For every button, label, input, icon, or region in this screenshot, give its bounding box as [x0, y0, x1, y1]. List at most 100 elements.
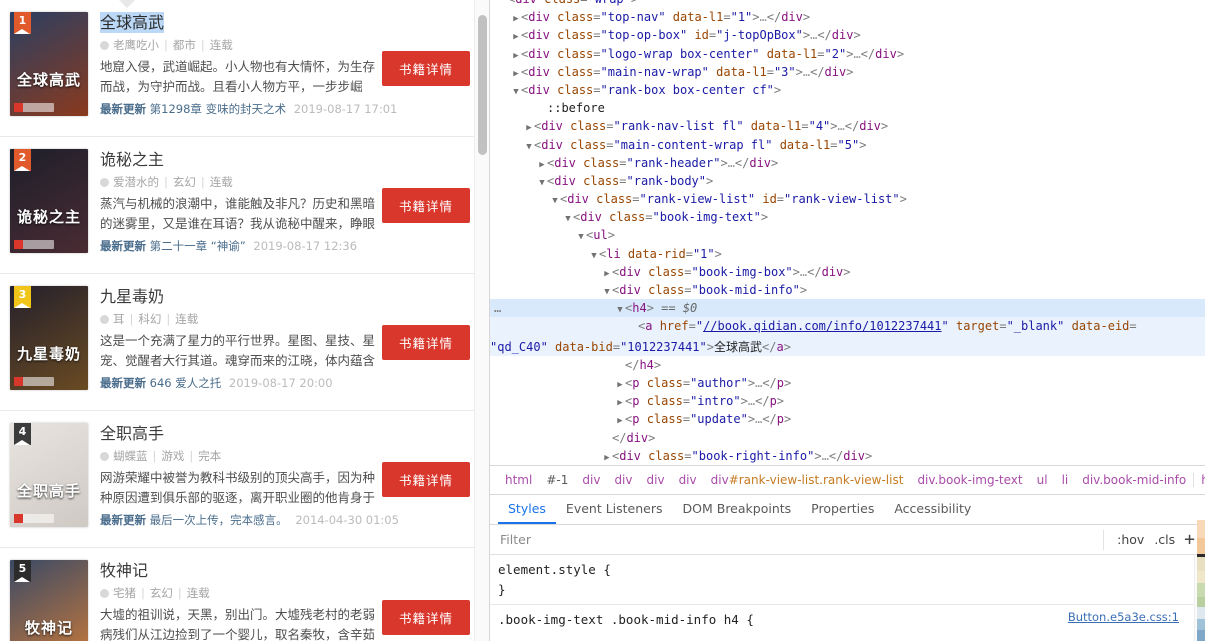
dom-tree-node[interactable]: ▼ <div class="rank-body">: [490, 172, 1205, 190]
page-scrollbar-thumb[interactable]: [478, 15, 487, 155]
book-intro: 大墟的祖训说，天黑，别出门。大墟残老村的老弱病残们从江边捡到了一个婴儿，取名秦牧…: [100, 607, 376, 641]
node-overflow-dots[interactable]: …: [494, 299, 502, 317]
dom-node-markup: <a href="//book.qidian.com/info/10122374…: [490, 319, 1137, 354]
styles-tabbar[interactable]: Styles Event Listeners DOM Breakpoints Prop…: [490, 495, 1205, 525]
dom-tree-node[interactable]: ▼ <div class="book-mid-info">: [490, 281, 1205, 299]
author-name[interactable]: 爱潜水的: [113, 175, 159, 189]
author-name[interactable]: 宅猪: [113, 586, 136, 600]
styles-tab-properties[interactable]: Properties: [801, 497, 884, 524]
filter-input[interactable]: [500, 532, 1096, 547]
dom-tree-node[interactable]: <a href="//book.qidian.com/info/10122374…: [490, 317, 1205, 356]
author-name[interactable]: 蝴蝶蓝: [113, 449, 148, 463]
dom-tree-node[interactable]: ▼ <div class="book-img-text">: [490, 208, 1205, 226]
stylesheet-source-link[interactable]: Button.e5a3e.css:1: [1068, 610, 1179, 624]
book-detail-button[interactable]: 书籍详情: [381, 51, 470, 86]
styles-tab-dom-breakpoints[interactable]: DOM Breakpoints: [673, 497, 802, 524]
disclosure-triangle-icon[interactable]: [628, 319, 638, 337]
book-list-item[interactable]: 1 全球高武 全球高武 老鹰吃小 | 都市 | 连载 地窟入侵，武道崛起。小人物也有大情…: [0, 0, 489, 137]
dom-tree-node[interactable]: ▶ <p class="intro">…</p>: [490, 392, 1205, 410]
breadcrumb-id: #rank-view-list.rank-view-list: [728, 473, 904, 487]
book-cover-box[interactable]: 5 牧神记: [10, 560, 88, 641]
breadcrumb-item[interactable]: div: [672, 473, 704, 487]
styles-tab-styles[interactable]: Styles: [498, 497, 556, 524]
dom-tree-node[interactable]: ▶ <div class="logo-wrap box-center" data-…: [490, 45, 1205, 63]
cover-title-text: 牧神记: [24, 619, 73, 637]
book-category[interactable]: 科幻: [138, 312, 161, 326]
dom-tree-node[interactable]: ▶ <div class="top-op-box" id="j-topOpBox"…: [490, 26, 1205, 44]
dom-tree-node[interactable]: … ▼ <h4> == $0: [490, 299, 1205, 318]
dom-tree-view[interactable]: <div class="wrap">▶<div class="top-nav" …: [490, 0, 1205, 465]
cls-toggle-button[interactable]: .cls: [1149, 532, 1180, 547]
dom-tree-node[interactable]: ▼ <ul>: [490, 226, 1205, 244]
book-detail-button[interactable]: 书籍详情: [381, 599, 470, 635]
book-title-link[interactable]: 全球高武: [100, 12, 165, 33]
disclosure-triangle-icon[interactable]: ▶: [602, 449, 612, 465]
book-title-link[interactable]: 诡秘之主: [100, 149, 164, 170]
css-declaration-font[interactable]: font: ▶18px/24px PingFangSC-Regular,Helv…: [498, 630, 1205, 641]
hov-toggle-button[interactable]: :hov: [1112, 532, 1149, 547]
dom-tree-node[interactable]: ▶ <div class="book-img-box">…</div>: [490, 263, 1205, 281]
breadcrumb-item[interactable]: ul: [1030, 473, 1055, 487]
dom-tree-node[interactable]: ▼ <div class="main-content-wrap fl" data-…: [490, 136, 1205, 154]
dom-tree-node[interactable]: ▶ <div class="rank-nav-list fl" data-l1="…: [490, 117, 1205, 135]
breadcrumb-item[interactable]: div: [575, 473, 607, 487]
book-list-item[interactable]: 4 全职高手 全职高手 蝴蝶蓝 | 游戏 | 完本 网游荣耀中被誉为教科书级别的顶尖高手…: [0, 411, 489, 548]
breadcrumb-item[interactable]: div#rank-view-list.rank-view-list: [704, 473, 911, 487]
styles-filter-bar[interactable]: :hov .cls +: [490, 525, 1205, 555]
book-detail-button[interactable]: 书籍详情: [381, 462, 470, 497]
page-scrollbar[interactable]: [474, 0, 489, 641]
dom-tree-node[interactable]: ▶ <div class="rank-header">…</div>: [490, 154, 1205, 172]
breadcrumb-item[interactable]: div.book-img-text: [910, 473, 1029, 487]
book-intro: 地窟入侵，武道崛起。小人物也有大情怀，为生存而战，为守护而战。且看小人物方平，一…: [100, 59, 376, 94]
book-title-link[interactable]: 牧神记: [100, 560, 148, 581]
breadcrumb-item[interactable]: li: [1055, 473, 1076, 487]
styles-tab-accessibility[interactable]: Accessibility: [884, 497, 981, 524]
book-right-info: 书籍详情: [377, 421, 489, 538]
book-category[interactable]: 游戏: [161, 449, 184, 463]
dom-tree-node[interactable]: ▶ <div class="top-nav" data-l1="1">…</div…: [490, 8, 1205, 26]
dom-tree-node[interactable]: </div>: [490, 429, 1205, 447]
styles-pane[interactable]: element.style { } Button.e5a3e.css:1 .bo…: [490, 555, 1205, 641]
dom-node-markup: <div class="book-img-box">…</div>: [612, 264, 851, 279]
latest-chapter[interactable]: 646 爱人之托: [150, 376, 222, 390]
book-category[interactable]: 玄幻: [173, 175, 196, 189]
breadcrumb-item[interactable]: div.book-mid-info: [1075, 473, 1193, 487]
dom-tree-node[interactable]: </h4>: [490, 356, 1205, 374]
book-right-info: 书籍详情: [377, 558, 489, 641]
book-category[interactable]: 都市: [173, 38, 196, 52]
dom-tree-node[interactable]: ▼ <div class="rank-box box-center cf">: [490, 81, 1205, 99]
latest-chapter[interactable]: 第二十一章 “神谕”: [150, 239, 246, 253]
book-detail-button[interactable]: 书籍详情: [381, 188, 470, 223]
book-list-item[interactable]: 2 诡秘之主 诡秘之主 爱潜水的 | 玄幻 | 连载 蒸汽与机械的浪潮中，谁能触及非凡？…: [0, 137, 489, 274]
divider: |: [200, 38, 205, 52]
book-category[interactable]: 玄幻: [150, 586, 173, 600]
dom-tree-node[interactable]: ▶ <div class="main-nav-wrap" data-l1="3">…: [490, 63, 1205, 81]
dom-tree-node[interactable]: ▶ <p class="author">…</p>: [490, 374, 1205, 392]
latest-chapter[interactable]: 第1298章 变味的封天之术: [150, 102, 286, 116]
dom-tree-node[interactable]: ▶ <p class="update">…</p>: [490, 410, 1205, 428]
book-list-item[interactable]: 3 九星毒奶 九星毒奶 耳 | 科幻 | 连载 这是一个充满了星力的平行世界。星图、星技…: [0, 274, 489, 411]
book-title-link[interactable]: 九星毒奶: [100, 286, 164, 307]
book-cover-box[interactable]: 4 全职高手: [10, 423, 88, 527]
author-name[interactable]: 耳: [113, 312, 125, 326]
dom-tree-node[interactable]: ::before: [490, 99, 1205, 117]
dom-tree-node[interactable]: ▼ <div class="rank-view-list" id="rank-vi…: [490, 190, 1205, 208]
book-cover-box[interactable]: 2 诡秘之主: [10, 149, 88, 253]
dom-tree-node[interactable]: ▶ <div class="book-right-info">…</div>: [490, 447, 1205, 465]
breadcrumb-item[interactable]: html: [498, 473, 539, 487]
book-list-item[interactable]: 5 牧神记 牧神记 宅猪 | 玄幻 | 连载 大墟的祖训说，天黑，别出门。大墟残老村的老…: [0, 548, 489, 641]
breadcrumb-item[interactable]: #-1: [539, 473, 575, 487]
book-title-link[interactable]: 全职高手: [100, 423, 164, 444]
breadcrumb-item[interactable]: div: [607, 473, 639, 487]
book-cover-box[interactable]: 1 全球高武: [10, 12, 88, 116]
dom-tree-node[interactable]: ▼ <li data-rid="1">: [490, 245, 1205, 263]
breadcrumb-item[interactable]: div: [640, 473, 672, 487]
latest-chapter[interactable]: 最后一次上传，完本感言。: [150, 513, 288, 527]
book-cover-box[interactable]: 3 九星毒奶: [10, 286, 88, 390]
book-detail-button[interactable]: 书籍详情: [381, 325, 470, 360]
styles-tab-event-listeners[interactable]: Event Listeners: [556, 497, 673, 524]
breadcrumb-item[interactable]: h4: [1193, 473, 1205, 487]
dom-tree-node[interactable]: <div class="wrap">: [490, 0, 1205, 8]
breadcrumb[interactable]: html #-1 div div div div div#rank-view-list.ra…: [490, 465, 1205, 495]
author-name[interactable]: 老鹰吃小: [113, 38, 159, 52]
